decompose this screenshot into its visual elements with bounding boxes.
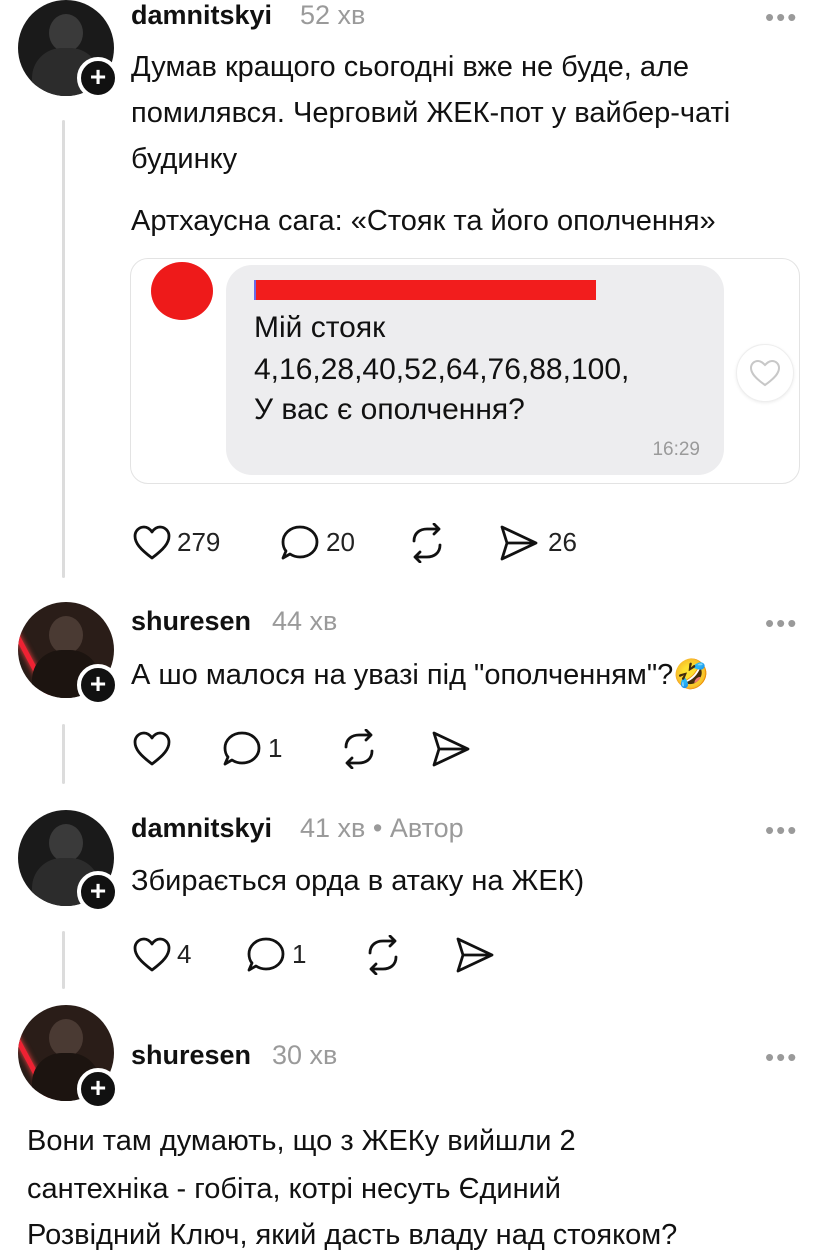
repost-icon bbox=[368, 935, 398, 975]
repost-icon bbox=[344, 729, 374, 769]
username[interactable]: damnitskyi bbox=[131, 813, 272, 844]
chat-bubble: Мій стояк 4,16,28,40,52,64,76,88,100, У … bbox=[226, 265, 724, 475]
heart-icon bbox=[133, 937, 171, 972]
post-text-line: Вони там думають, що з ЖЕКу вийшли 2 bbox=[27, 1125, 576, 1157]
send-icon bbox=[432, 731, 470, 767]
reply-count: 1 bbox=[292, 939, 307, 969]
username[interactable]: shuresen bbox=[131, 1040, 251, 1071]
post-text-line: сантехніка - гобіта, котрі несуть Єдиний bbox=[27, 1173, 561, 1205]
send-icon bbox=[456, 937, 494, 973]
more-options-icon[interactable]: ••• bbox=[765, 815, 798, 846]
thread-line bbox=[62, 724, 65, 784]
send-icon bbox=[500, 525, 538, 561]
repost-button[interactable] bbox=[406, 523, 448, 563]
chat-react-button bbox=[736, 344, 794, 402]
chat-timestamp: 16:29 bbox=[652, 439, 700, 460]
chat-line: 4,16,28,40,52,64,76,88,100, bbox=[254, 353, 630, 386]
thread-line bbox=[62, 931, 65, 989]
repost-icon bbox=[412, 523, 442, 563]
chat-line: У вас є ополчення? bbox=[254, 393, 525, 426]
post-time: 41 хв • Автор bbox=[300, 813, 464, 843]
more-options-icon[interactable]: ••• bbox=[765, 1042, 798, 1073]
post-text-line: Думав кращого сьогодні вже не буде, але bbox=[131, 51, 690, 83]
share-button[interactable] bbox=[430, 730, 472, 768]
thread-line bbox=[62, 120, 65, 578]
like-button[interactable] bbox=[132, 937, 172, 973]
follow-plus-button[interactable]: + bbox=[77, 57, 119, 99]
share-count: 26 bbox=[548, 527, 577, 557]
like-button[interactable] bbox=[132, 731, 172, 767]
heart-icon bbox=[133, 731, 171, 766]
reply-count: 20 bbox=[326, 527, 355, 557]
comment-icon bbox=[281, 525, 319, 560]
post-time: 30 хв bbox=[272, 1040, 338, 1070]
follow-plus-button[interactable]: + bbox=[77, 664, 119, 706]
like-count: 279 bbox=[177, 527, 221, 557]
post-text-line: будинку bbox=[131, 143, 238, 175]
like-button[interactable] bbox=[132, 525, 172, 561]
redacted-sender-name bbox=[256, 280, 596, 300]
post-text-line: Розвідний Ключ, який дасть владу над сто… bbox=[27, 1219, 678, 1251]
follow-plus-button[interactable]: + bbox=[77, 1068, 119, 1110]
chat-line: Мій стояк bbox=[254, 311, 386, 344]
heart-icon bbox=[133, 525, 171, 560]
comment-icon bbox=[247, 937, 285, 972]
more-options-icon[interactable]: ••• bbox=[765, 608, 798, 639]
redacted-avatar bbox=[151, 262, 213, 320]
comment-icon bbox=[223, 731, 261, 766]
reply-count: 1 bbox=[268, 733, 283, 763]
post-subtext: Артхаусна сага: «Стояк та його ополчення… bbox=[131, 205, 716, 237]
post-time: 44 хв bbox=[272, 606, 338, 636]
heart-icon bbox=[749, 359, 781, 387]
post-time: 52 хв bbox=[300, 0, 366, 30]
post-text: Збирається орда в атаку на ЖЕК) bbox=[131, 865, 585, 897]
reply-button[interactable] bbox=[222, 730, 262, 768]
more-options-icon[interactable]: ••• bbox=[765, 2, 798, 33]
repost-button[interactable] bbox=[338, 729, 380, 769]
reply-button[interactable] bbox=[280, 524, 320, 562]
repost-button[interactable] bbox=[362, 935, 404, 975]
follow-plus-button[interactable]: + bbox=[77, 871, 119, 913]
like-count: 4 bbox=[177, 939, 192, 969]
username[interactable]: damnitskyi bbox=[131, 0, 272, 31]
post-text: А шо малося на увазі під "ополченням"?🤣 bbox=[131, 659, 710, 691]
share-button[interactable] bbox=[498, 524, 540, 562]
reply-button[interactable] bbox=[246, 936, 286, 974]
username[interactable]: shuresen bbox=[131, 606, 251, 637]
post-text-line: помилявся. Черговий ЖЕК-пот у вайбер-чат… bbox=[131, 97, 731, 129]
share-button[interactable] bbox=[454, 936, 496, 974]
